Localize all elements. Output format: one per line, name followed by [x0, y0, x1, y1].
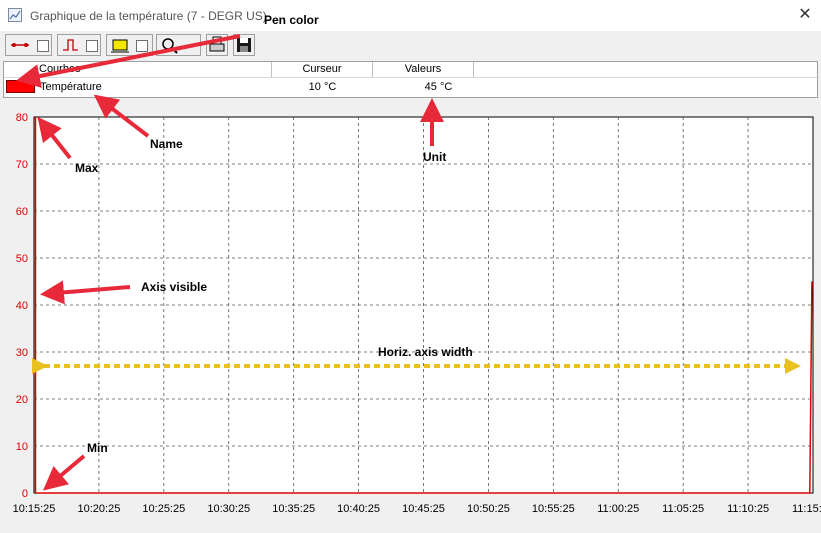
x-tick-label: 10:40:25 [337, 503, 380, 515]
current-value: 45 °C [424, 81, 453, 93]
x-tick-label: 10:45:25 [402, 503, 445, 515]
window-title: Graphique de la température (7 - DEGR US… [30, 9, 267, 23]
y-tick-label: 50 [16, 253, 28, 265]
toolbar [0, 31, 821, 58]
x-tick-label: 11:10:25 [727, 503, 769, 515]
legend-table: Courbes Curseur Valeurs Température 10 °… [3, 61, 818, 98]
x-tick-label: 10:55:25 [532, 503, 575, 515]
y-tick-label: 20 [16, 394, 28, 406]
x-tick-label: 10:25:25 [142, 503, 185, 515]
y-tick-label: 10 [16, 441, 28, 453]
temperature-chart[interactable]: 10:15:25 10:20:25 10:25:25 10:30:25 10:35:25… [0, 100, 821, 530]
chart-window-icon [8, 8, 22, 22]
timestamp-checkbox[interactable] [136, 40, 148, 52]
y-tick-label: 70 [16, 159, 28, 171]
save-button[interactable] [233, 34, 255, 56]
close-button[interactable]: ✕ [792, 3, 818, 27]
y-tick-label: 80 [16, 112, 28, 124]
y-tick-label: 30 [16, 347, 28, 359]
series-name: Température [40, 81, 102, 93]
timestamp-toggle[interactable] [106, 34, 153, 56]
pen-color-swatch[interactable] [6, 80, 35, 93]
x-tick-label: 10:35:25 [272, 503, 315, 515]
x-tick-label: 11:05:25 [662, 503, 704, 515]
y-tick-label: 60 [16, 206, 28, 218]
x-tick-label: 10:15:25 [13, 503, 56, 515]
zoom-toggle[interactable] [156, 34, 201, 56]
print-button[interactable] [206, 34, 228, 56]
step-line-toggle[interactable] [57, 34, 101, 56]
line-points-toggle[interactable] [5, 34, 52, 56]
column-header-values[interactable]: Valeurs [373, 62, 474, 77]
step-line-checkbox[interactable] [86, 40, 98, 52]
title-bar: Graphique de la température (7 - DEGR US… [0, 0, 821, 31]
line-points-checkbox[interactable] [37, 40, 49, 52]
chart-area[interactable]: 10:15:25 10:20:25 10:25:25 10:30:25 10:35:25… [0, 100, 821, 530]
cursor-value: 10 °C [308, 81, 337, 93]
y-tick-label: 40 [16, 300, 28, 312]
legend-header: Courbes Curseur Valeurs [4, 62, 817, 78]
legend-row[interactable]: Température 10 °C 45 °C [4, 78, 817, 97]
column-header-curves[interactable]: Courbes [4, 62, 272, 77]
y-tick-label: 0 [22, 488, 28, 500]
x-tick-label: 11:00:25 [597, 503, 639, 515]
column-header-cursor[interactable]: Curseur [272, 62, 373, 77]
x-tick-label: 10:50:25 [467, 503, 510, 515]
x-tick-label: 10:30:25 [207, 503, 250, 515]
x-tick-label: 10:20:25 [78, 503, 121, 515]
x-tick-label: 11:15:25 [792, 503, 821, 515]
